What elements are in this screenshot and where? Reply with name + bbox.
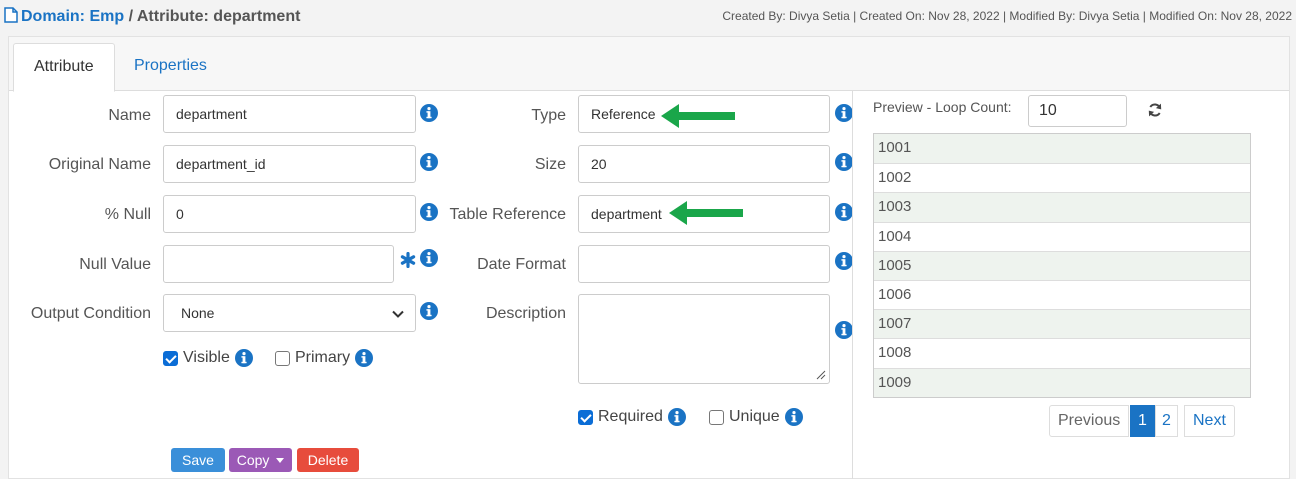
info-icon[interactable] (785, 408, 803, 426)
primary-label: Primary (295, 349, 351, 366)
breadcrumb: Domain: Emp / Attribute: department (4, 7, 300, 26)
name-label: Name (108, 107, 151, 124)
table-row: 1006 (874, 279, 1250, 309)
info-icon[interactable] (355, 349, 373, 367)
info-icon[interactable] (420, 249, 438, 267)
original-name-label: Original Name (48, 156, 151, 173)
output-condition-value: None (181, 305, 215, 321)
info-icon[interactable] (420, 104, 438, 122)
null-value-field[interactable] (163, 245, 394, 283)
visible-checkbox-box[interactable] (163, 350, 178, 366)
required-checkbox-box[interactable] (578, 409, 593, 425)
output-condition-label: Output Condition (30, 305, 151, 322)
table-row: 1005 (874, 250, 1250, 280)
table-row: 1004 (874, 221, 1250, 251)
unique-label: Unique (729, 408, 780, 425)
table-row: 1009 (874, 367, 1250, 397)
output-condition-select[interactable]: None (163, 294, 416, 332)
info-icon[interactable] (835, 321, 853, 339)
table-row: 1008 (874, 338, 1250, 367)
pagination-previous[interactable]: Previous (1049, 405, 1130, 437)
description-textarea[interactable] (578, 294, 830, 384)
description-label: Description (485, 305, 566, 322)
chevron-down-icon (392, 310, 404, 318)
breadcrumb-domain-link[interactable]: Domain: Emp (21, 8, 124, 25)
date-format-field[interactable] (578, 245, 830, 283)
asterisk-icon (400, 252, 416, 268)
null-percent-field[interactable]: 0 (163, 195, 416, 233)
table-row: 1003 (874, 192, 1250, 222)
info-icon[interactable] (420, 203, 438, 221)
attribute-panel: Attribute Properties Name department Ori… (8, 36, 1290, 479)
original-name-field[interactable]: department_id (163, 145, 416, 183)
date-format-label: Date Format (477, 256, 566, 273)
required-checkbox[interactable]: Required (578, 407, 686, 427)
preview-table: 1001 1002 1003 1004 1005 1006 1007 1008 … (873, 133, 1251, 398)
breadcrumb-separator: / (124, 8, 137, 25)
table-row: 1002 (874, 163, 1250, 192)
tab-bar: Attribute Properties (9, 37, 1289, 92)
delete-button[interactable]: Delete (297, 448, 359, 472)
copy-button[interactable]: Copy (229, 448, 292, 472)
green-arrow-icon (669, 201, 743, 225)
document-icon (4, 7, 18, 23)
resize-handle-icon[interactable] (816, 370, 826, 380)
pagination-page-1[interactable]: 1 (1130, 405, 1155, 437)
caret-down-icon (276, 458, 285, 463)
pagination-next[interactable]: Next (1184, 405, 1235, 437)
loop-count-input[interactable]: 10 (1028, 95, 1127, 127)
preview-loop-count-label: Preview - Loop Count: (873, 99, 1012, 115)
green-arrow-icon (661, 104, 735, 128)
info-icon[interactable] (668, 408, 686, 426)
null-percent-label: % Null (104, 206, 151, 223)
info-icon[interactable] (835, 252, 853, 270)
tab-properties[interactable]: Properties (114, 43, 227, 92)
table-row: 1007 (874, 309, 1250, 339)
info-icon[interactable] (420, 302, 438, 320)
info-icon[interactable] (235, 349, 253, 367)
breadcrumb-attribute: Attribute: department (136, 8, 301, 25)
primary-checkbox-box[interactable] (275, 350, 290, 366)
audit-info: Created By: Divya Setia | Created On: No… (722, 9, 1292, 23)
null-value-label: Null Value (79, 256, 151, 273)
info-icon[interactable] (835, 203, 853, 221)
info-icon[interactable] (835, 104, 853, 122)
type-label: Type (531, 107, 566, 124)
info-icon[interactable] (835, 153, 853, 171)
visible-label: Visible (183, 349, 230, 366)
column-divider (852, 91, 853, 479)
primary-checkbox[interactable]: Primary (275, 348, 373, 368)
required-label: Required (598, 408, 663, 425)
refresh-icon[interactable] (1147, 102, 1163, 118)
unique-checkbox-box[interactable] (709, 409, 724, 425)
save-button[interactable]: Save (171, 448, 225, 472)
tab-attribute[interactable]: Attribute (13, 43, 115, 92)
copy-label: Copy (236, 452, 270, 468)
pagination-page-2[interactable]: 2 (1155, 405, 1178, 437)
name-field[interactable]: department (163, 95, 416, 133)
info-icon[interactable] (420, 153, 438, 171)
table-reference-label: Table Reference (449, 206, 566, 223)
title-bar: Domain: Emp / Attribute: department Crea… (0, 0, 1296, 34)
unique-checkbox[interactable]: Unique (709, 407, 803, 427)
table-row: 1001 (874, 134, 1250, 164)
visible-checkbox[interactable]: Visible (163, 348, 253, 368)
size-label: Size (534, 156, 566, 173)
size-field[interactable]: 20 (578, 145, 830, 183)
